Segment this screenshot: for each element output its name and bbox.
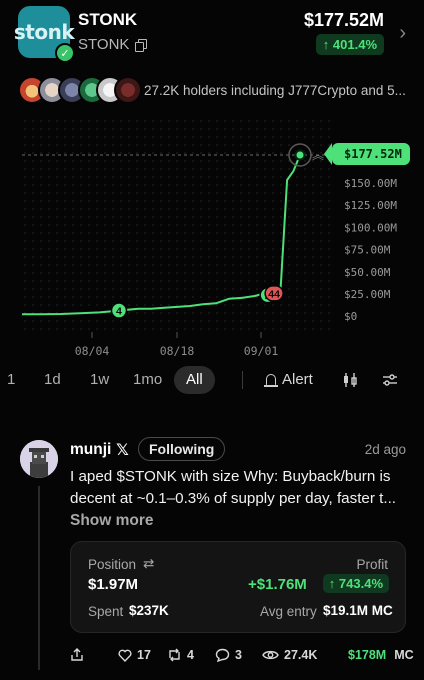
token-ticker-row[interactable]: STONK [78, 36, 148, 53]
x-logo-icon[interactable]: 𝕏 [116, 440, 129, 460]
y-tick-label: $75.00M [344, 244, 391, 257]
post-text-line: decent at ~0.1–0.3% of supply per day, f… [70, 490, 397, 507]
position-value: $1.97M [88, 576, 139, 593]
share-button[interactable] [70, 648, 84, 662]
mc-label: MC [394, 648, 414, 662]
post-text[interactable]: I aped $STONK with size Why: Buyback/bur… [70, 466, 410, 510]
timeframe-1mo[interactable]: 1mo [133, 366, 162, 394]
repost-button[interactable]: 4 [167, 648, 194, 662]
comment-icon [215, 648, 230, 662]
x-tick-label: 08/04 [75, 344, 110, 358]
holder-avatar [114, 76, 142, 104]
holders-text: 27.2K holders including J777Crypto and 5… [144, 82, 406, 98]
spent-value: $237K [129, 603, 169, 618]
profit-pct-badge: ↑ 743.4% [322, 574, 389, 593]
reply-count: 3 [235, 648, 242, 662]
alert-label: Alert [282, 371, 313, 388]
timeframe-partial[interactable]: 1 [7, 366, 15, 394]
bell-icon [264, 374, 278, 387]
y-tick-label: $150.00M [344, 177, 397, 190]
logo-text: stonk [13, 20, 75, 44]
copy-icon[interactable] [135, 39, 148, 52]
position-label: Position [88, 557, 137, 572]
position-card[interactable]: Position ⇄ $1.97M Profit +$1.76M ↑ 743.4… [70, 541, 406, 633]
chart-grid [20, 120, 336, 330]
username[interactable]: munji [70, 441, 111, 459]
market-cap: $177.52M [303, 10, 384, 30]
settings-sliders-icon[interactable] [382, 372, 398, 388]
holders-row[interactable]: 27.2K holders including J777Crypto and 5… [18, 76, 424, 104]
show-more-link[interactable]: Show more [70, 512, 154, 530]
verified-check-icon: ✓ [55, 43, 75, 63]
repost-icon [169, 648, 180, 662]
avatar[interactable] [20, 440, 58, 478]
y-tick-label: $0 [344, 310, 357, 323]
avg-entry-label: Avg entry [260, 604, 317, 619]
divider [242, 371, 243, 389]
y-tick-label: $125.00M [344, 199, 397, 212]
current-price-label: $177.52M [324, 143, 410, 165]
alert-button[interactable]: Alert [264, 366, 313, 394]
like-count: 17 [137, 648, 151, 662]
timeframe-1d[interactable]: 1d [44, 366, 61, 394]
trade-marker-label: 4 [116, 306, 122, 318]
avg-entry-value: $19.1M MC [323, 603, 393, 618]
token-ticker: STONK [78, 36, 130, 53]
heart-icon [118, 649, 132, 662]
reply-button[interactable]: 3 [215, 648, 242, 662]
like-button[interactable]: 17 [118, 648, 151, 662]
token-name: STONK [78, 10, 138, 29]
trade-marker-label: 44 [268, 288, 280, 300]
candlestick-icon[interactable] [342, 372, 358, 388]
profit-value: +$1.76M [248, 576, 307, 593]
holder-avatars [18, 76, 142, 104]
chevrons-up-icon[interactable]: ︽ [312, 148, 324, 162]
post-text-line: I aped $STONK with size Why: Buyback/bur… [70, 468, 391, 485]
chevron-right-icon[interactable]: › [399, 22, 406, 45]
timeframe-1w[interactable]: 1w [90, 366, 109, 394]
mc-value: $178M [348, 648, 387, 662]
post-time: 2d ago [364, 442, 406, 457]
profit-label: Profit [356, 557, 388, 572]
views-button[interactable]: 27.4K [262, 648, 317, 662]
timeframe-bar: 1 1d 1w 1mo All Alert [0, 366, 424, 394]
x-tick-label: 09/01 [244, 344, 279, 358]
market-cap-at-post: $178M MC [348, 648, 414, 662]
following-button[interactable]: Following [138, 437, 226, 461]
change-badge: ↑ 401.4% [315, 34, 384, 55]
spent-label: Spent [88, 604, 124, 619]
swap-icon[interactable]: ⇄ [143, 556, 154, 572]
view-count: 27.4K [284, 648, 318, 662]
repost-count: 4 [187, 648, 194, 662]
y-tick-label: $100.00M [344, 221, 397, 234]
x-tick-label: 08/18 [160, 344, 195, 358]
post-actions: 17 4 3 27.4K $178M MC [0, 648, 424, 668]
share-icon [71, 648, 83, 661]
thread-line [38, 486, 40, 670]
y-tick-label: $25.00M [344, 288, 391, 301]
eye-icon [262, 650, 279, 660]
current-price-dot [294, 149, 306, 161]
y-tick-label: $50.00M [344, 266, 391, 279]
token-logo[interactable]: stonk ✓ [14, 6, 75, 63]
timeframe-all[interactable]: All [174, 366, 215, 394]
